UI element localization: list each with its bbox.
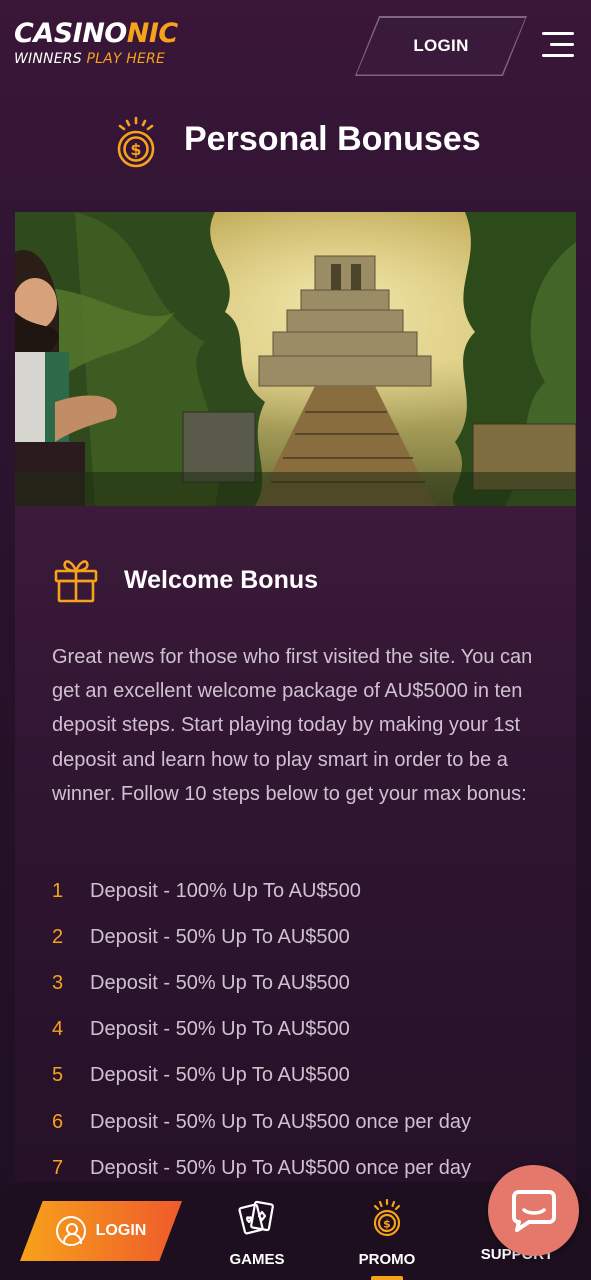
step-text: Deposit - 50% Up To AU$500 once per day — [90, 1156, 471, 1179]
promo-banner — [15, 212, 576, 506]
step-number: 3 — [52, 971, 64, 994]
jungle-temple-banner — [15, 212, 576, 506]
step-text: Deposit - 50% Up To AU$500 once per day — [90, 1110, 471, 1133]
step-number: 1 — [52, 879, 64, 902]
nav-promo-label: PROMO — [358, 1251, 416, 1268]
live-chat-button[interactable] — [488, 1165, 579, 1256]
svg-text:$: $ — [130, 140, 141, 159]
step-text: Deposit - 50% Up To AU$500 — [90, 1064, 350, 1087]
nav-games-label: GAMES — [229, 1251, 285, 1268]
logo-wordmark: CASINONIC — [14, 18, 178, 49]
user-icon — [55, 1216, 86, 1246]
bottom-login-label: LOGIN — [95, 1222, 147, 1239]
list-item: 6 Deposit - 50% Up To AU$500 once per day — [52, 1099, 572, 1145]
deposit-steps-list: 1 Deposit - 100% Up To AU$500 2 Deposit - … — [52, 868, 572, 1191]
step-text: Deposit - 50% Up To AU$500 — [90, 1018, 350, 1041]
active-tab-indicator — [371, 1276, 403, 1280]
svg-text:$: $ — [383, 1218, 391, 1231]
list-item: 1 Deposit - 100% Up To AU$500 — [52, 868, 572, 914]
list-item: 3 Deposit - 50% Up To AU$500 — [52, 960, 572, 1006]
step-number: 4 — [52, 1018, 64, 1041]
hamburger-menu-icon[interactable] — [542, 32, 574, 58]
list-item: 5 Deposit - 50% Up To AU$500 — [52, 1053, 572, 1099]
cards-icon — [238, 1200, 274, 1235]
page-title: Personal Bonuses — [184, 120, 481, 158]
header-login-label: LOGIN — [413, 36, 469, 55]
step-number: 2 — [52, 925, 64, 948]
step-text: Deposit - 50% Up To AU$500 — [90, 925, 350, 948]
step-number: 5 — [52, 1064, 64, 1087]
bottom-login-button[interactable]: LOGIN — [20, 1201, 182, 1261]
chat-bubble-icon — [511, 1189, 556, 1232]
welcome-bonus-card: Welcome Bonus Great news for those who f… — [15, 506, 576, 1280]
casino-logo[interactable]: CASINONIC WINNERS PLAY HERE — [14, 18, 178, 68]
step-text: Deposit - 50% Up To AU$500 — [90, 971, 350, 994]
header-login-button[interactable]: LOGIN — [355, 16, 527, 76]
header: CASINONIC WINNERS PLAY HERE LOGIN — [0, 0, 591, 100]
nav-games[interactable]: GAMES — [212, 1198, 302, 1268]
nav-promo[interactable]: $ PROMO — [342, 1198, 432, 1268]
list-item: 4 Deposit - 50% Up To AU$500 — [52, 1007, 572, 1053]
step-text: Deposit - 100% Up To AU$500 — [90, 879, 361, 902]
coin-crown-icon: $ — [117, 116, 155, 168]
coin-crown-icon: $ — [373, 1198, 401, 1237]
logo-tagline: WINNERS PLAY HERE — [14, 51, 166, 67]
step-number: 6 — [52, 1110, 64, 1133]
welcome-bonus-title: Welcome Bonus — [124, 566, 319, 594]
gift-icon — [54, 560, 98, 603]
page-title-row: $ Personal Bonuses — [0, 114, 591, 170]
step-number: 7 — [52, 1156, 64, 1179]
list-item: 2 Deposit - 50% Up To AU$500 — [52, 914, 572, 960]
welcome-bonus-description: Great news for those who first visited t… — [52, 646, 533, 805]
